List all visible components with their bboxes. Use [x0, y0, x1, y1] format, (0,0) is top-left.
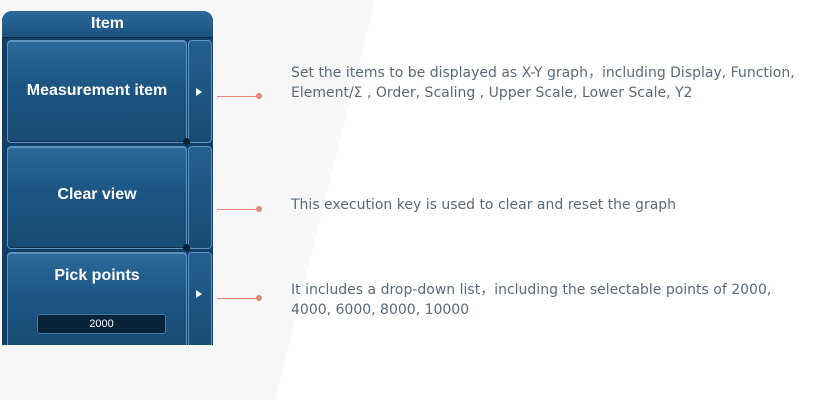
pick-points-arrow-key[interactable] [188, 252, 212, 345]
clear-view-side-key[interactable] [188, 146, 212, 249]
measurement-item-description: Set the items to be displayed as X-Y gra… [291, 65, 795, 101]
clear-view-label: Clear view [57, 186, 137, 203]
softkey-menu: Item Measurement item Clear view Pick po… [2, 11, 213, 345]
pick-points-description: It includes a drop-down list，including t… [291, 282, 772, 318]
pick-points-key[interactable]: Pick points 2000 [7, 252, 187, 345]
pick-points-label: Pick points [54, 267, 140, 284]
clear-view-key[interactable]: Clear view [7, 146, 187, 249]
arrow-right-icon [196, 290, 202, 298]
measurement-item-label: Measurement item [26, 82, 168, 99]
measurement-item-key[interactable]: Measurement item [7, 40, 187, 143]
key-separator-dot [183, 138, 190, 145]
key-separator-dot [183, 244, 190, 251]
menu-title: Item [2, 11, 213, 38]
connector-line [217, 96, 259, 97]
connector-line [217, 298, 259, 299]
connector-dot [256, 295, 262, 301]
connector-line [217, 209, 259, 210]
pick-points-value[interactable]: 2000 [37, 314, 166, 334]
arrow-right-icon [196, 88, 202, 96]
connector-dot [256, 93, 262, 99]
clear-view-description: This execution key is used to clear and … [291, 197, 677, 213]
connector-dot [256, 206, 262, 212]
measurement-item-arrow-key[interactable] [188, 40, 212, 143]
